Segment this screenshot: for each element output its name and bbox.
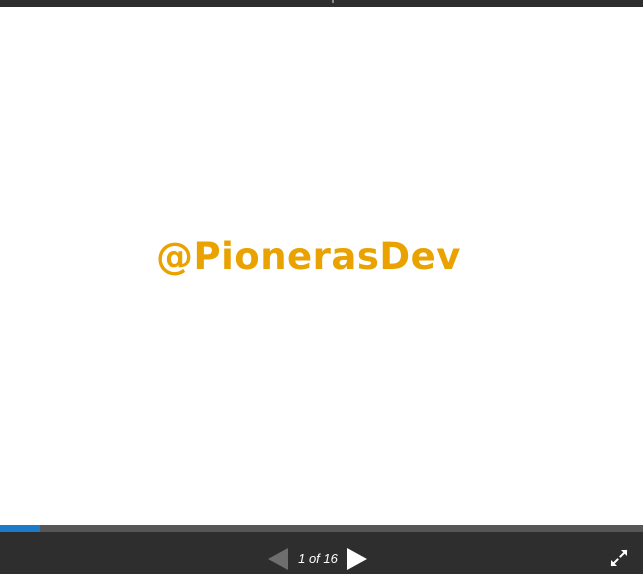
progress-bar-fill [0,525,41,532]
slide-canvas: @PionerasDev [0,7,643,525]
slide-title: @PionerasDev [156,235,461,278]
triangle-left-icon [268,548,288,570]
top-bar-marker [332,0,334,3]
triangle-right-icon [347,548,367,570]
control-bar: 1 of 16 [0,532,643,574]
previous-slide-button[interactable] [268,548,288,570]
top-bar [0,0,643,7]
page-counter: 1 of 16 [298,551,338,566]
fullscreen-button[interactable] [610,549,628,567]
next-slide-button[interactable] [347,548,367,570]
slide-viewer: @PionerasDev 1 of 16 [0,0,643,574]
expand-arrows-icon [610,549,628,567]
progress-bar[interactable] [0,525,643,532]
